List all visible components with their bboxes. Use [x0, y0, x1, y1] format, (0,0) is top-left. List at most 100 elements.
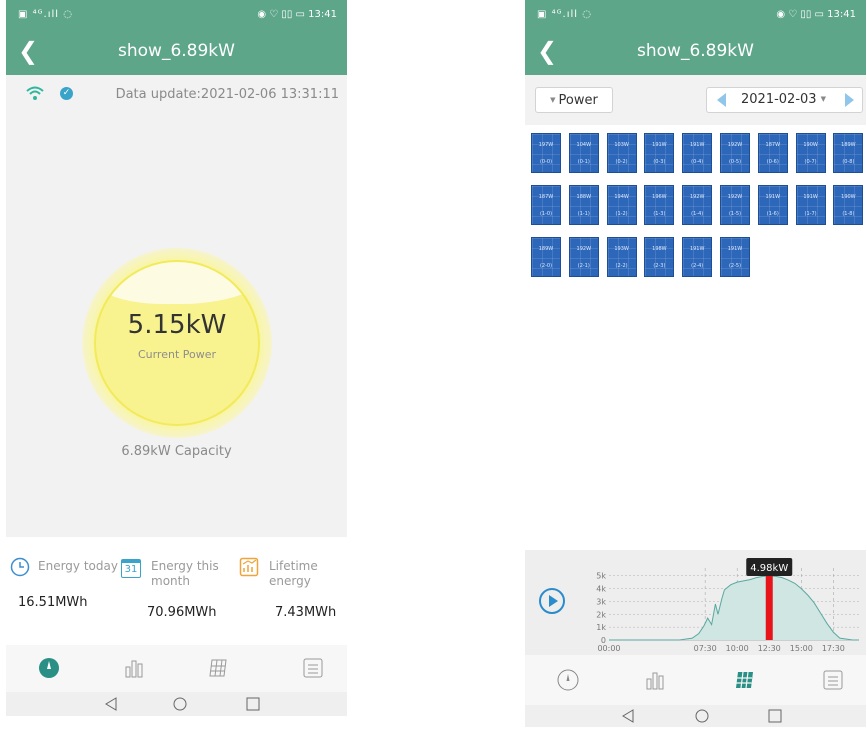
panel-layout-icon[interactable] [207, 657, 229, 679]
stats-bars-icon[interactable] [123, 657, 145, 679]
panel-id-label: (1-6) [766, 211, 779, 217]
panel-id-label: (1-7) [804, 211, 817, 217]
panel-id-label: (1-8) [842, 211, 855, 217]
next-date-icon[interactable] [845, 93, 854, 107]
stats-bars-icon[interactable] [644, 669, 666, 691]
solar-panel[interactable]: 190W (1-8) [833, 185, 864, 225]
x-tick-label: 17:30 [822, 644, 845, 653]
panel-id-label: (0-1) [577, 159, 590, 165]
panel-power-label: 103W [614, 142, 629, 148]
list-icon[interactable] [302, 657, 324, 679]
solar-panel[interactable]: 187W (1-0) [531, 185, 561, 225]
status-left: ▣ ⁴ᴳ.ıll ◌ [537, 9, 592, 20]
dashboard-icon[interactable] [38, 657, 60, 679]
solar-panel[interactable]: 191W (2-5) [720, 237, 750, 277]
panel-power-label: 192W [576, 246, 592, 252]
solar-panel[interactable]: 194W (1-2) [606, 185, 637, 225]
panel-layout-icon[interactable] [733, 669, 755, 691]
panel-id-label: (0-5) [728, 159, 742, 165]
solar-panel[interactable]: 103W (0-2) [606, 133, 637, 173]
energy-lifetime-label-2: energy [269, 574, 311, 588]
panel-power-label: 187W [538, 194, 554, 200]
panel-power-label: 104W [576, 142, 592, 148]
solar-panel[interactable]: 104W (0-1) [568, 133, 599, 173]
system-recents-icon[interactable] [768, 709, 782, 723]
caret-down-icon: ▼ [550, 96, 556, 104]
panel-power-label: 198W [652, 246, 667, 252]
solar-panel[interactable]: 191W (2-4) [682, 237, 713, 277]
system-home-icon[interactable] [695, 709, 709, 723]
system-home-icon[interactable] [173, 697, 187, 711]
system-recents-icon[interactable] [246, 697, 260, 711]
system-back-icon[interactable] [621, 709, 635, 723]
date-picker: 2021-02-03 ▼ [706, 87, 863, 113]
current-power-label: Current Power [137, 348, 217, 361]
panel-power-label: 192W [689, 194, 705, 200]
panel-power-label: 196W [652, 194, 667, 200]
capacity-text: 6.89kW Capacity [121, 444, 232, 459]
energy-month-value: 70.96MWh [147, 605, 217, 620]
panel-id-label: (1-5) [728, 211, 742, 217]
solar-panel[interactable]: 192W (2-1) [568, 237, 599, 277]
status-right: ◉ ♡ ▯▯ ▭ 13:41 [776, 9, 856, 20]
solar-panel[interactable]: 196W (1-3) [644, 185, 675, 225]
solar-panel[interactable]: 189W (0-8) [833, 133, 864, 173]
panel-power-label: 191W [803, 194, 818, 200]
panel-grid: 197W (0-0) 104W (0-1) 103W (0-2) 191W (0-3) 191W… [525, 125, 866, 550]
gauge-empty-area [96, 262, 258, 304]
system-back-icon[interactable] [104, 697, 118, 711]
play-icon[interactable] [539, 588, 565, 614]
panel-id-label: (0-3) [653, 159, 666, 165]
panel-power-label: 190W [841, 194, 856, 200]
solar-panel[interactable]: 192W (1-4) [682, 185, 713, 225]
panel-power-label: 191W [727, 246, 743, 252]
energy-lifetime-cell: Lifetime energy 7.43MWh [233, 537, 347, 645]
energy-today-cell: Energy today 16.51MWh [6, 537, 118, 645]
data-update-text: Data update:2021-02-06 13:31:11 [115, 87, 339, 102]
page-title: show_6.89kW [637, 41, 754, 61]
panel-power-label: 191W [652, 142, 667, 148]
system-nav [525, 705, 866, 727]
list-icon[interactable] [822, 669, 844, 691]
dashboard-icon[interactable] [557, 669, 579, 691]
date-value[interactable]: 2021-02-03 ▼ [741, 92, 826, 107]
panel-id-label: (1-1) [577, 211, 590, 217]
status-bar: ▣ ⁴ᴳ.ıll ◌ ◉ ♡ ▯▯ ▭ 13:41 [6, 0, 347, 30]
solar-panel[interactable]: 197W (0-0) [531, 133, 561, 173]
panel-power-label: 189W [841, 142, 856, 148]
metric-select-label: Power [558, 93, 598, 108]
prev-date-icon[interactable] [717, 93, 726, 107]
wifi-icon [26, 86, 44, 100]
energy-summary: Energy today 16.51MWh 31 Energy this mon… [6, 537, 347, 645]
x-tick-label: 15:00 [790, 644, 813, 653]
panel-id-label: (1-2) [615, 211, 628, 217]
solar-panel[interactable]: 193W (2-2) [606, 237, 637, 277]
panel-power-label: 187W [765, 142, 781, 148]
solar-panel[interactable]: 198W (2-3) [644, 237, 675, 277]
solar-panel[interactable]: 187W (0-6) [757, 133, 788, 173]
power-area [609, 576, 859, 640]
power-chart[interactable]: 01k2k3k4k5k00:00 07:30 10:00 12:30 15:00 17:3… [577, 550, 866, 655]
clock-icon [10, 557, 30, 577]
panel-id-label: (0-2) [615, 159, 628, 165]
solar-panel[interactable]: 191W (0-4) [682, 133, 713, 173]
solar-panel[interactable]: 190W (0-7) [795, 133, 826, 173]
panel-power-label: 192W [727, 194, 743, 200]
energy-today-value: 16.51MWh [18, 595, 88, 610]
status-right: ◉ ♡ ▯▯ ▭ 13:41 [257, 9, 337, 20]
panel-power-label: 194W [614, 194, 629, 200]
solar-panel[interactable]: 191W (1-7) [795, 185, 826, 225]
y-tick-label: 2k [596, 610, 606, 619]
solar-panel[interactable]: 189W (2-0) [531, 237, 561, 277]
solar-panel[interactable]: 191W (1-6) [757, 185, 788, 225]
energy-today-label: Energy today [38, 559, 118, 573]
y-tick-label: 3k [596, 597, 606, 606]
metric-select[interactable]: ▼ Power [535, 87, 613, 113]
y-tick-label: 4k [596, 585, 606, 594]
solar-panel[interactable]: 192W (1-5) [720, 185, 750, 225]
solar-panel[interactable]: 192W (0-5) [720, 133, 750, 173]
solar-panel[interactable]: 188W (1-1) [568, 185, 599, 225]
power-gauge: 5.15kW Current Power [82, 248, 272, 438]
solar-panel[interactable]: 191W (0-3) [644, 133, 675, 173]
panel-id-label: (0-8) [842, 159, 855, 165]
